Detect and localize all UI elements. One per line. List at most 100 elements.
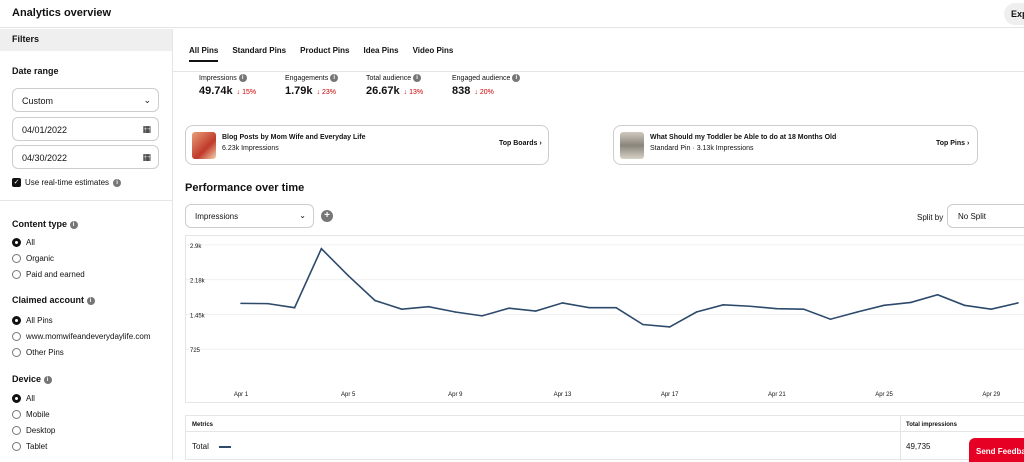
start-date-value: 04/01/2022 [22,125,68,135]
info-icon[interactable]: i [43,376,52,384]
metric-engagements[interactable]: Engagements i 1.79k ↓ 23% [285,74,339,97]
radio-account-site[interactable]: www.momwifeandeverydaylife.com [12,332,151,341]
data-point[interactable] [668,326,671,328]
data-point[interactable] [561,302,564,304]
radio-account-other[interactable]: Other Pins [12,348,64,357]
data-point[interactable] [776,307,778,310]
data-point[interactable] [722,304,725,306]
data-point[interactable] [427,305,430,308]
split-by-select[interactable]: No Split [947,204,1024,228]
radio-label: Tablet [26,442,48,451]
data-point[interactable] [936,293,939,296]
data-point[interactable] [910,301,912,304]
claimed-account-label: Claimed account i [12,295,95,305]
radio-content-paid[interactable]: Paid and earned [12,270,85,279]
data-point[interactable] [749,305,751,308]
radio-device-tablet[interactable]: Tablet [12,442,47,451]
add-metric-icon[interactable]: + [321,210,333,222]
data-point[interactable] [642,323,644,326]
info-icon[interactable]: i [512,74,521,82]
radio-selected-icon[interactable] [12,316,21,325]
info-icon[interactable]: i [413,74,422,82]
metric-total-audience[interactable]: Total audience i 26.67k ↓ 13% [366,74,423,97]
tab-all-pins[interactable]: All Pins [189,46,219,62]
metric-value: 49.74k [199,85,233,97]
metric-value: 26.67k [366,85,400,97]
top-board-card[interactable]: Blog Posts by Mom Wife and Everyday Life… [185,125,549,165]
radio-icon[interactable] [12,270,21,279]
tab-video-pins[interactable]: Video Pins [413,46,454,62]
data-point[interactable] [508,307,510,309]
radio-content-all[interactable]: All [12,238,35,247]
tab-product-pins[interactable]: Product Pins [300,46,349,62]
metric-impressions[interactable]: Impressions i 49.74k ↓ 15% [199,74,256,97]
metric-value: 838 [452,85,471,97]
radio-icon[interactable] [12,442,21,451]
page-title: Analytics overview [12,7,112,19]
radio-label: Desktop [26,426,56,435]
data-point[interactable] [588,306,591,309]
radio-label: All Pins [26,316,53,325]
data-point[interactable] [240,302,242,305]
end-date-value: 04/30/2022 [22,153,68,163]
end-date-field[interactable]: 04/30/2022 ▦ [12,145,159,169]
data-point[interactable] [266,302,269,305]
split-by-label: Split by [917,213,944,222]
info-icon[interactable]: i [330,74,339,82]
radio-device-all[interactable]: All [12,394,35,403]
radio-account-all[interactable]: All Pins [12,316,53,325]
performance-chart[interactable]: 2.9k 2.18k 1.45k 725 Apr 1 Apr 5 Apr 9 Apr 13 Ap… [185,235,1024,403]
start-date-field[interactable]: 04/01/2022 ▦ [12,117,159,141]
radio-device-desktop[interactable]: Desktop [12,426,55,435]
data-point[interactable] [802,308,805,310]
realtime-checkbox-row[interactable]: ✓ Use real-time estimates i [12,178,122,187]
data-point[interactable] [534,310,537,312]
data-point[interactable] [347,274,349,277]
data-point[interactable] [856,311,859,313]
radio-content-organic[interactable]: Organic [12,254,54,263]
checkbox-checked-icon[interactable]: ✓ [12,178,21,187]
top-pins-link[interactable]: Top Pins › [936,140,969,147]
radio-label: Mobile [26,410,50,419]
data-point[interactable] [481,315,483,317]
info-icon[interactable]: i [86,297,95,305]
device-label: Device i [12,374,52,384]
tab-standard-pins[interactable]: Standard Pins [232,46,286,62]
data-point[interactable] [374,299,376,302]
radio-device-mobile[interactable]: Mobile [12,410,50,419]
data-point[interactable] [829,318,832,321]
data-point[interactable] [454,311,457,313]
radio-icon[interactable] [12,410,21,419]
info-icon[interactable]: i [238,74,247,82]
info-icon[interactable]: i [69,221,78,229]
data-point[interactable] [883,304,885,307]
top-boards-link[interactable]: Top Boards › [499,140,542,147]
data-point[interactable] [400,308,403,310]
date-preset-select[interactable]: Custom ⌄ [12,88,159,112]
send-feedback-button[interactable]: Send Feedback [969,438,1024,462]
metric-engaged-audience[interactable]: Engaged audience i 838 ↓ 20% [452,74,521,97]
radio-selected-icon[interactable] [12,238,21,247]
data-point[interactable] [695,311,698,313]
radio-icon[interactable] [12,254,21,263]
data-point[interactable] [963,304,966,307]
info-icon[interactable]: i [113,178,122,187]
tab-idea-pins[interactable]: Idea Pins [363,46,398,62]
radio-selected-icon[interactable] [12,394,21,403]
radio-icon[interactable] [12,348,21,357]
data-point[interactable] [320,247,323,250]
metric-select[interactable]: Impressions ⌄ [185,204,314,228]
divider [0,200,172,201]
card-title: What Should my Toddler be Able to do at … [650,134,837,141]
metric-change: 15% [242,89,257,96]
metric-select-value: Impressions [195,212,239,221]
data-point[interactable] [1017,302,1019,304]
radio-icon[interactable] [12,426,21,435]
data-point[interactable] [990,308,993,310]
device-label-text: Device [12,374,42,384]
export-button[interactable]: Exp [1004,3,1024,25]
data-point[interactable] [615,306,617,309]
radio-icon[interactable] [12,332,21,341]
top-pin-card[interactable]: What Should my Toddler be Able to do at … [613,125,978,165]
data-point[interactable] [293,306,296,309]
